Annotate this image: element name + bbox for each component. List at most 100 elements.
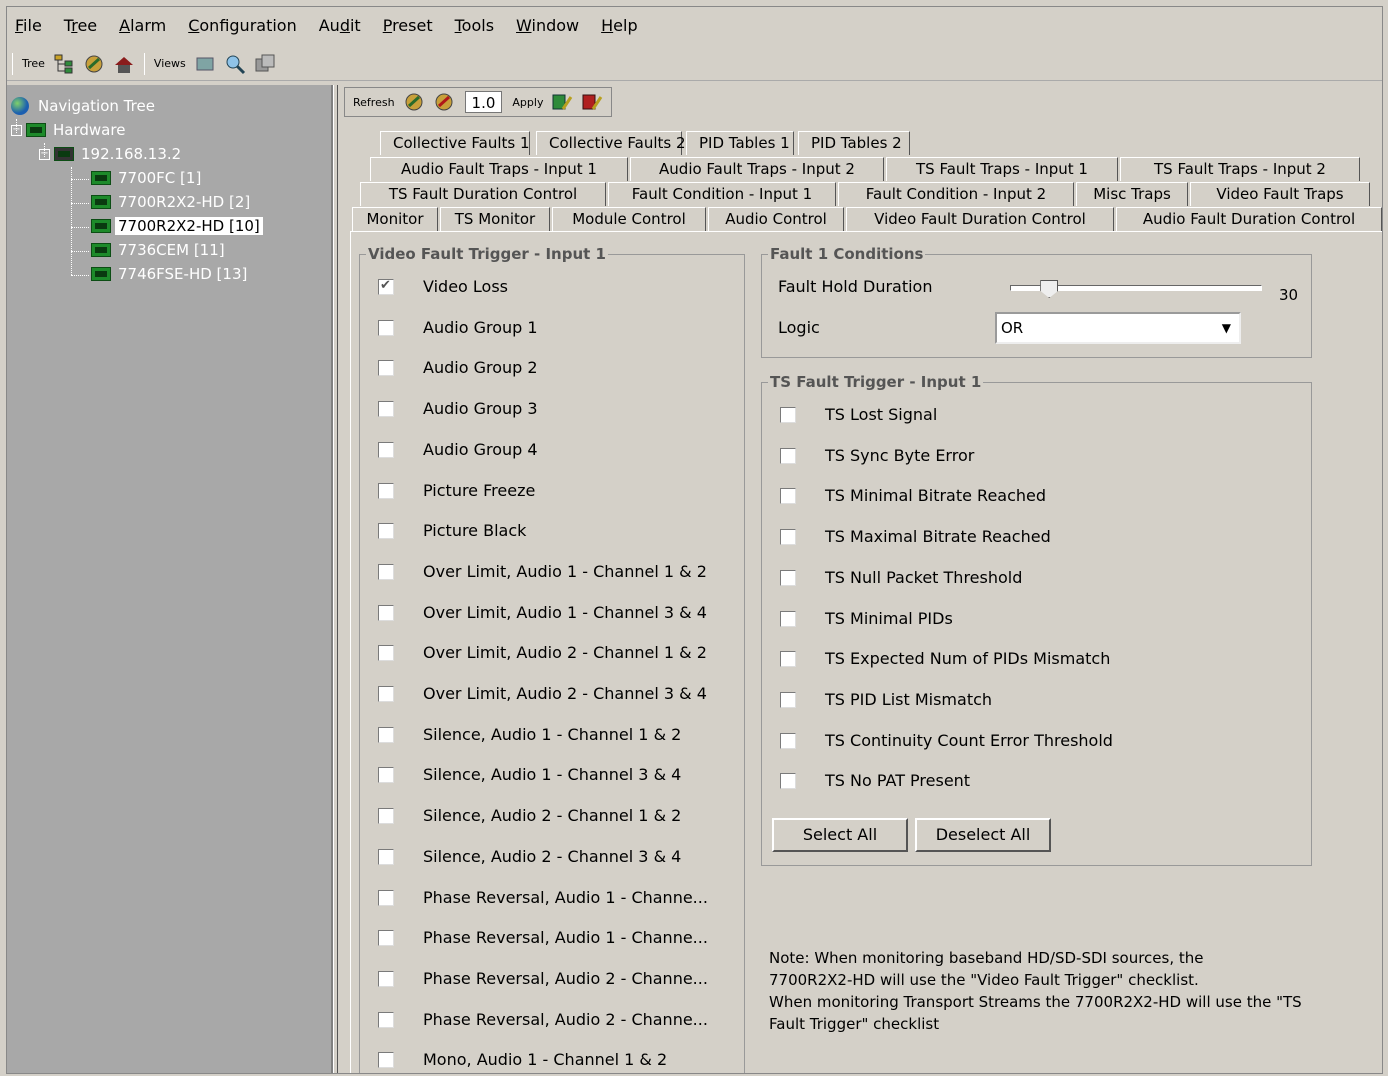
search-view-icon[interactable] bbox=[224, 53, 246, 75]
checkbox[interactable] bbox=[780, 651, 796, 668]
checkbox[interactable] bbox=[780, 529, 796, 546]
tab[interactable]: TS Fault Traps - Input 2 bbox=[1120, 157, 1360, 181]
checkbox[interactable] bbox=[378, 1011, 394, 1028]
checkbox[interactable] bbox=[378, 686, 394, 702]
select-all-button[interactable]: Select All bbox=[772, 818, 908, 852]
deselect-all-button[interactable]: Deselect All bbox=[915, 818, 1051, 852]
tab[interactable]: TS Monitor bbox=[440, 207, 550, 231]
tree-node-device[interactable]: 7700R2X2-HD [2] bbox=[91, 191, 253, 213]
tab[interactable]: Video Fault Traps bbox=[1190, 182, 1370, 206]
splitter[interactable] bbox=[333, 85, 338, 1073]
checkbox[interactable] bbox=[378, 726, 394, 743]
menu-item-text: ile bbox=[23, 15, 42, 35]
menu-item[interactable]: Audit bbox=[319, 16, 361, 35]
collapse-icon[interactable]: − bbox=[11, 124, 22, 136]
checkbox[interactable] bbox=[378, 848, 394, 865]
tab[interactable]: Module Control bbox=[552, 207, 706, 231]
checkbox[interactable] bbox=[378, 889, 394, 906]
tree-node-device[interactable]: 7746FSE-HD [13] bbox=[91, 263, 250, 285]
checkbox-label: TS PID List Mismatch bbox=[825, 689, 993, 709]
slider-thumb[interactable] bbox=[1040, 280, 1059, 298]
tab[interactable]: Video Fault Duration Control bbox=[846, 207, 1114, 231]
tab[interactable]: Collective Faults 1 bbox=[380, 131, 530, 155]
home-icon[interactable] bbox=[113, 53, 135, 75]
checkbox[interactable] bbox=[378, 360, 394, 377]
tab[interactable]: PID Tables 2 bbox=[798, 131, 910, 155]
tab[interactable]: Audio Fault Duration Control bbox=[1116, 207, 1382, 231]
tree-node-hardware[interactable]: − Hardware bbox=[11, 119, 128, 141]
checkbox[interactable] bbox=[780, 569, 796, 586]
tab[interactable]: PID Tables 1 bbox=[686, 131, 794, 155]
checkbox[interactable] bbox=[378, 645, 394, 662]
refresh-icon[interactable] bbox=[403, 91, 425, 113]
note-line: 7700R2X2-HD will use the "Video Fault Tr… bbox=[769, 971, 1199, 989]
menu-item[interactable]: Configuration bbox=[188, 16, 297, 35]
checkbox[interactable] bbox=[378, 319, 394, 336]
checkbox[interactable] bbox=[378, 930, 394, 947]
copy-view-icon[interactable] bbox=[254, 53, 276, 75]
tab[interactable]: Audio Fault Traps - Input 1 bbox=[370, 157, 628, 181]
checkbox[interactable] bbox=[780, 447, 796, 464]
tab[interactable]: Fault Condition - Input 1 bbox=[608, 182, 836, 206]
checkbox[interactable] bbox=[378, 767, 394, 784]
checkbox[interactable] bbox=[378, 523, 394, 540]
tab[interactable]: Audio Fault Traps - Input 2 bbox=[630, 157, 884, 181]
checkbox[interactable] bbox=[780, 732, 796, 749]
checkbox[interactable] bbox=[378, 1052, 394, 1069]
views-icon[interactable] bbox=[194, 53, 216, 75]
refresh-interval-field[interactable]: 1.0 bbox=[464, 91, 503, 113]
tree-toolbar-label: Tree bbox=[22, 57, 45, 70]
tree-node-device[interactable]: 7700FC [1] bbox=[91, 167, 204, 189]
checkbox[interactable] bbox=[378, 441, 394, 458]
menu-item-text: it bbox=[349, 15, 361, 35]
checkbox-label: Mono, Audio 1 - Channel 1 & 2 bbox=[423, 1050, 668, 1070]
tree-root-navigation[interactable]: Navigation Tree bbox=[11, 95, 158, 117]
checkbox[interactable] bbox=[780, 407, 796, 423]
menu-item-text: Au bbox=[318, 15, 340, 35]
checkbox[interactable] bbox=[378, 604, 394, 621]
apply-icon[interactable] bbox=[551, 91, 573, 113]
tree-node-ip[interactable]: − 192.168.13.2 bbox=[39, 143, 184, 165]
tab[interactable]: Audio Control bbox=[708, 207, 844, 231]
collapse-icon[interactable]: − bbox=[39, 148, 50, 160]
logic-select[interactable]: OR ▼ bbox=[995, 312, 1241, 344]
tree-node-device[interactable]: 7736CEM [11] bbox=[91, 239, 228, 261]
menu-item-text: C bbox=[188, 15, 200, 35]
tab[interactable]: Misc Traps bbox=[1076, 182, 1188, 206]
auto-refresh-icon[interactable] bbox=[433, 91, 455, 113]
application-window: File Tree Alarm Configuration Audit Preset Too… bbox=[6, 6, 1383, 1074]
tab[interactable]: TS Fault Traps - Input 1 bbox=[886, 157, 1118, 181]
checkbox[interactable] bbox=[378, 563, 394, 580]
menu-item-text: P bbox=[382, 15, 393, 35]
menu-item[interactable]: Tree bbox=[64, 16, 97, 35]
checkbox-label: Over Limit, Audio 1 - Channel 3 & 4 bbox=[423, 602, 707, 622]
tree-structure-icon[interactable] bbox=[53, 53, 75, 75]
tab[interactable]: Fault Condition - Input 2 bbox=[838, 182, 1074, 206]
checkbox[interactable] bbox=[780, 610, 796, 627]
tree-node-device[interactable]: 7700R2X2-HD [10] bbox=[91, 215, 263, 237]
tab[interactable]: TS Fault Duration Control bbox=[360, 182, 606, 206]
refresh-tree-icon[interactable] bbox=[83, 53, 105, 75]
tab[interactable]: Collective Faults 2 bbox=[536, 131, 686, 155]
tree-node-label: 7700R2X2-HD [2] bbox=[118, 193, 251, 211]
checkbox[interactable] bbox=[378, 482, 394, 499]
menu-item[interactable]: Alarm bbox=[119, 16, 166, 35]
checkbox[interactable] bbox=[780, 488, 796, 505]
checkbox[interactable] bbox=[378, 970, 394, 987]
menu-item[interactable]: Window bbox=[516, 16, 579, 35]
menu-item[interactable]: File bbox=[15, 16, 42, 35]
checkbox[interactable] bbox=[378, 401, 394, 418]
checkbox[interactable] bbox=[378, 278, 394, 295]
checkbox[interactable] bbox=[378, 808, 394, 825]
menu-item[interactable]: Help bbox=[601, 16, 637, 35]
auto-apply-icon[interactable] bbox=[581, 91, 603, 113]
apply-label: Apply bbox=[512, 95, 544, 109]
tree-node-label: 7736CEM [11] bbox=[118, 241, 225, 259]
menu-item[interactable]: Tools bbox=[455, 16, 494, 35]
checkbox[interactable] bbox=[780, 691, 796, 708]
checkbox-label: TS Null Packet Threshold bbox=[825, 567, 1023, 587]
menu-item[interactable]: Preset bbox=[383, 16, 433, 35]
tab[interactable]: Monitor bbox=[352, 207, 438, 231]
chevron-down-icon[interactable]: ▼ bbox=[1222, 314, 1231, 342]
checkbox[interactable] bbox=[780, 773, 796, 790]
